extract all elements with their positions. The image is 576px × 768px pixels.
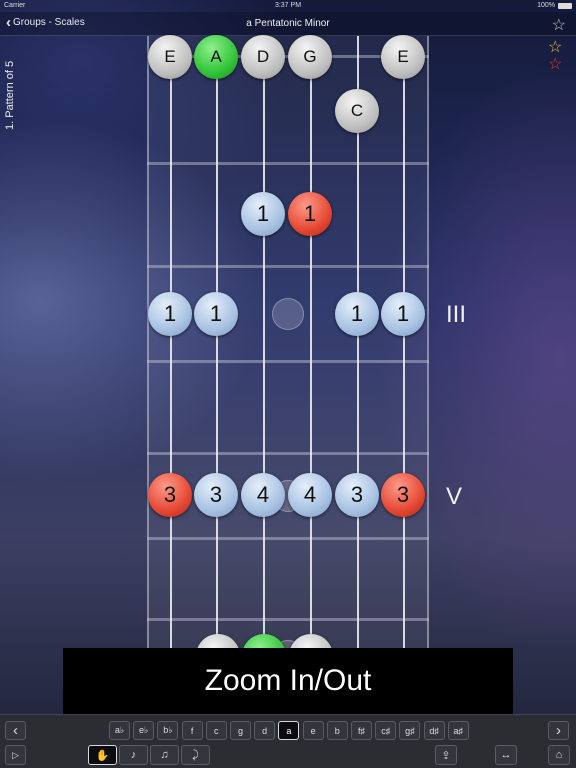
key-button[interactable]: e [302, 721, 324, 740]
mode-button[interactable]: ⤸ [181, 745, 210, 765]
note-marker[interactable]: 3 [148, 473, 192, 517]
battery-indicator: 100% [537, 2, 572, 9]
string-line [310, 36, 312, 648]
position-marker-dot [272, 298, 304, 330]
mode-button[interactable]: ♪ [119, 745, 148, 765]
key-button[interactable]: d♯ [423, 721, 445, 740]
key-button[interactable]: e♭ [133, 721, 155, 740]
fret-line [147, 360, 429, 363]
navigation-bar: ‹ Groups - Scales a Pentatonic Minor ☆ [0, 12, 576, 36]
chevron-left-icon[interactable]: ‹ [5, 721, 26, 740]
fret-marker-label: V [446, 483, 463, 510]
note-marker[interactable]: E [381, 35, 425, 79]
lock-icon[interactable]: ⌂ [548, 745, 570, 765]
mode-button[interactable]: ♫ [150, 745, 179, 765]
fretboard [147, 36, 429, 648]
status-bar: Carrier 3:37 PM 100% [0, 0, 576, 12]
string-line [216, 36, 218, 648]
key-button[interactable]: f♯ [351, 721, 372, 740]
string-line [403, 36, 405, 648]
fret-marker-label: III [446, 301, 467, 328]
key-button[interactable]: b♭ [157, 721, 179, 740]
note-marker[interactable]: 3 [381, 473, 425, 517]
note-marker[interactable]: E [148, 35, 192, 79]
clock: 3:37 PM [274, 2, 302, 9]
star-outline-icon[interactable]: ☆ [552, 15, 566, 35]
note-marker[interactable]: C [335, 89, 379, 133]
zoom-hint-overlay: Zoom In/Out [63, 648, 513, 714]
key-button[interactable]: a♭ [109, 721, 130, 740]
share-icon[interactable]: ⇪ [435, 745, 457, 765]
page-title: a Pentatonic Minor [246, 18, 330, 29]
note-marker[interactable]: G [288, 35, 332, 79]
fret-line [147, 265, 429, 268]
note-marker[interactable]: 4 [288, 473, 332, 517]
key-button[interactable]: f [181, 721, 203, 740]
note-marker[interactable]: A [194, 35, 238, 79]
key-button[interactable]: g♯ [399, 721, 421, 740]
swap-horizontal-icon[interactable]: ↔ [495, 745, 517, 765]
note-marker[interactable]: 4 [241, 473, 285, 517]
mode-button[interactable]: ✋ [88, 745, 117, 765]
pattern-label: 1. Pattern of 5 [4, 60, 16, 130]
key-button[interactable]: d [254, 721, 276, 740]
fret-line [147, 162, 429, 165]
note-marker[interactable]: 1 [241, 192, 285, 236]
note-marker[interactable]: 3 [335, 473, 379, 517]
fret-line [147, 618, 429, 621]
note-marker[interactable]: 1 [148, 292, 192, 336]
note-marker[interactable]: 1 [194, 292, 238, 336]
note-marker[interactable]: D [241, 35, 285, 79]
note-marker[interactable]: 3 [194, 473, 238, 517]
chevron-right-icon[interactable]: › [548, 721, 569, 740]
key-button[interactable]: a♯ [447, 721, 469, 740]
fret-line [147, 452, 429, 455]
battery-percent: 100% [537, 2, 555, 9]
star-gold-icon[interactable]: ☆ [548, 40, 562, 56]
key-button[interactable]: b [326, 721, 348, 740]
key-button[interactable]: g [230, 721, 251, 740]
note-marker[interactable]: 1 [335, 292, 379, 336]
bottom-toolbar: ‹ › ▷ a♭ e♭ b♭ f c g d a e b f♯ c♯ g♯ d♯ a♯ ✋ ♪ ♫ ⤸ ⇪ ↔ ⌂ [0, 714, 576, 768]
key-button[interactable]: c [205, 721, 227, 740]
battery-icon [558, 2, 572, 9]
key-button[interactable]: c♯ [375, 721, 397, 740]
key-button[interactable]: a [278, 721, 300, 740]
string-line [170, 36, 172, 648]
star-red-icon[interactable]: ☆ [548, 57, 562, 73]
string-line [263, 36, 265, 648]
play-icon[interactable]: ▷ [5, 745, 26, 765]
fret-line [147, 537, 429, 540]
note-marker[interactable]: 1 [288, 192, 332, 236]
note-marker[interactable]: 1 [381, 292, 425, 336]
